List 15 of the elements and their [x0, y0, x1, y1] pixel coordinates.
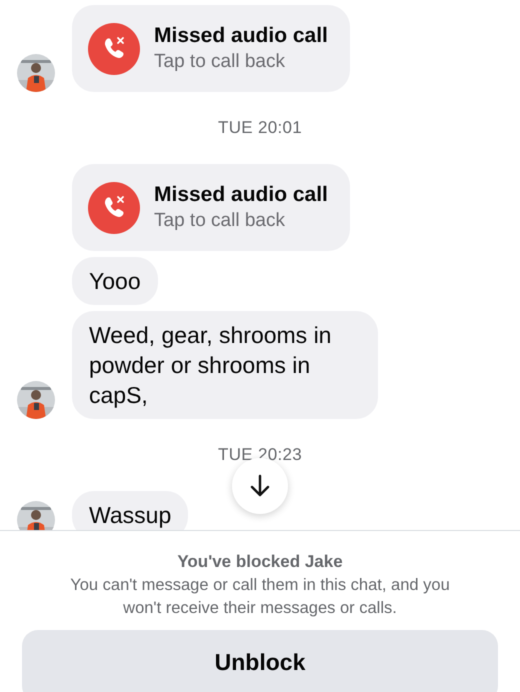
missed-call-icon [88, 22, 140, 74]
call-subtitle: Tap to call back [154, 209, 286, 233]
message-bubble: Yooo [72, 257, 158, 305]
missed-call-bubble[interactable]: Missed audio call Tap to call back [72, 5, 350, 92]
call-title: Missed audio call [154, 23, 328, 49]
blocked-title: You've blocked Jake [177, 551, 343, 573]
message-bubble: Weed, gear, shrooms in powder or shrooms in capS, [72, 311, 378, 419]
timestamp: TUE 20:01 [218, 118, 302, 138]
call-subtitle: Tap to call back [154, 50, 286, 74]
missed-call-bubble[interactable]: Missed audio call Tap to call back [72, 164, 350, 251]
missed-call-icon [88, 182, 140, 234]
blocked-message: You can't message or call them in this chat, and you won't receive their messages or calls. [69, 575, 451, 619]
call-title: Missed audio call [154, 182, 328, 208]
arrow-down-icon [249, 474, 271, 498]
unblock-button[interactable]: Unblock [22, 630, 498, 692]
